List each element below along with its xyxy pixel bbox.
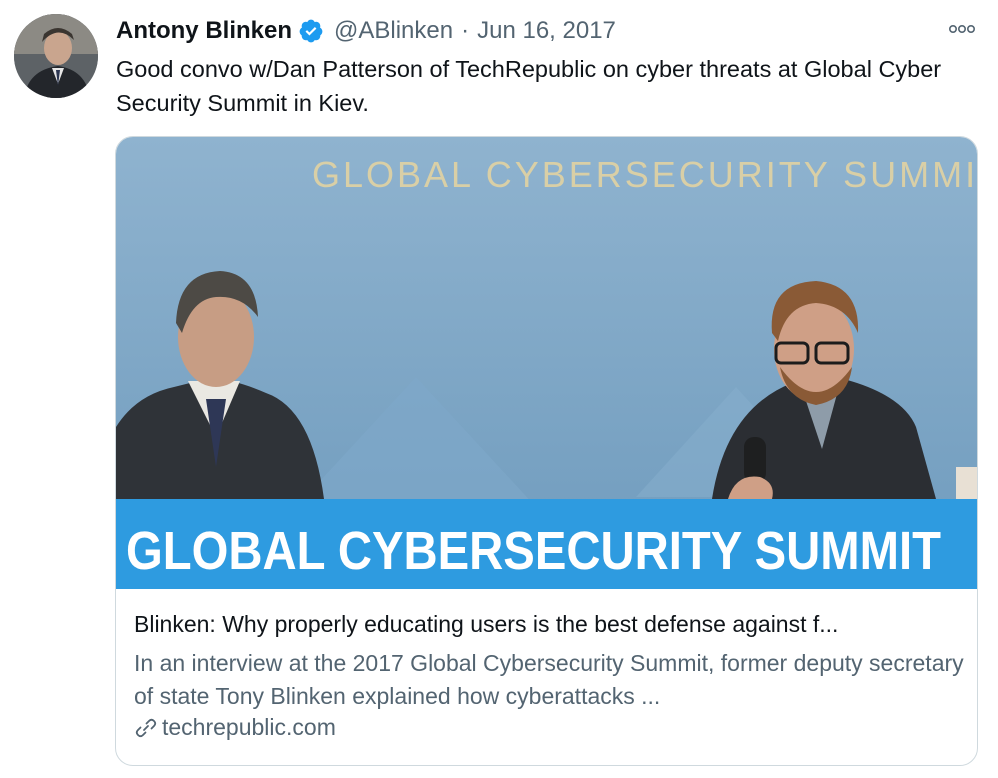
link-preview-card[interactable]: GLOBAL CYBERSECURITY SUMMIT GLOBAL CYBER… [115, 136, 978, 766]
tweet-header: Antony Blinken @ABlinken · Jun 16, 2017 [116, 14, 978, 48]
backdrop-text: GLOBAL CYBERSECURITY SUMMIT [312, 154, 977, 195]
tweet-date[interactable]: Jun 16, 2017 [477, 17, 616, 45]
more-options-icon[interactable] [948, 22, 976, 36]
banner-text: GLOBAL CYBERSECURITY SUMMIT [126, 521, 941, 581]
card-description: In an interview at the 2017 Global Cyber… [134, 650, 964, 709]
avatar-image [14, 14, 98, 98]
author-handle[interactable]: @ABlinken [334, 17, 453, 45]
tweet-text: Good convo w/Dan Patterson of TechRepubl… [116, 56, 942, 116]
header-separator: · [461, 17, 470, 44]
card-domain[interactable]: techrepublic.com [162, 714, 336, 741]
author-avatar[interactable] [14, 14, 98, 98]
card-domain-link[interactable]: techrepublic.com [134, 714, 336, 741]
verified-badge-icon [299, 19, 323, 43]
author-name[interactable]: Antony Blinken [116, 17, 292, 45]
card-title[interactable]: Blinken: Why properly educating users is… [134, 611, 964, 638]
card-photo: GLOBAL CYBERSECURITY SUMMIT GLOBAL CYBER… [116, 137, 977, 589]
card-image[interactable]: GLOBAL CYBERSECURITY SUMMIT GLOBAL CYBER… [116, 137, 977, 589]
link-icon [135, 718, 157, 737]
